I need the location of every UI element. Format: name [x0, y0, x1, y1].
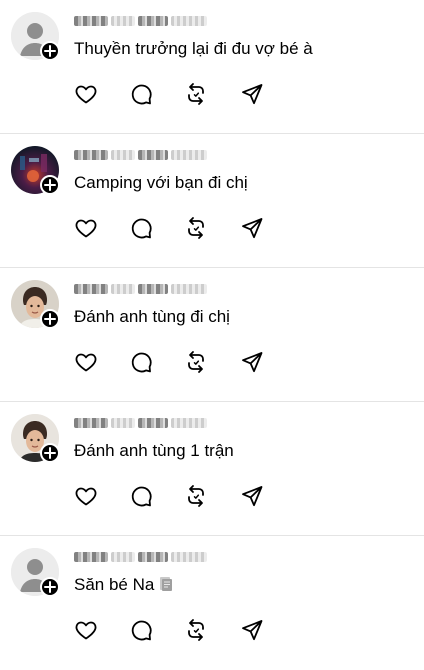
reply-text-content: Đánh anh tùng đi chị — [74, 307, 230, 326]
username-redacted[interactable] — [74, 548, 244, 562]
reply-post: Đánh anh tùng 1 trận — [0, 402, 424, 536]
reply-text: Thuyền trưởng lại đi đu vợ bé à — [74, 38, 313, 60]
share-button[interactable] — [240, 82, 264, 106]
reply-button[interactable] — [129, 216, 153, 240]
like-button[interactable] — [74, 350, 98, 374]
username-redacted[interactable] — [74, 280, 244, 294]
follow-plus-icon[interactable] — [40, 175, 60, 195]
send-icon — [242, 352, 263, 373]
comment-icon — [131, 218, 152, 239]
reply-text-content: Thuyền trưởng lại đi đu vợ bé à — [74, 39, 313, 58]
heart-icon — [75, 353, 97, 372]
reply-post: Thuyền trưởng lại đi đu vợ bé à — [0, 0, 424, 134]
username-redacted[interactable] — [74, 146, 244, 160]
reply-button[interactable] — [129, 618, 153, 642]
avatar[interactable] — [11, 548, 60, 597]
share-button[interactable] — [240, 484, 264, 508]
share-button[interactable] — [240, 350, 264, 374]
reply-text-content: Đánh anh tùng 1 trận — [74, 441, 234, 460]
comment-icon — [131, 84, 152, 105]
send-icon — [242, 84, 263, 105]
reply-text: Đánh anh tùng đi chị — [74, 306, 230, 328]
reply-button[interactable] — [129, 484, 153, 508]
follow-plus-icon[interactable] — [40, 41, 60, 61]
reply-post: Săn bé Na — [0, 536, 424, 670]
reply-text-content: Camping với bạn đi chị — [74, 173, 248, 192]
avatar[interactable] — [11, 12, 60, 61]
heart-icon — [75, 487, 97, 506]
repost-button[interactable] — [184, 216, 208, 240]
avatar[interactable] — [11, 280, 60, 329]
follow-plus-icon[interactable] — [40, 577, 60, 597]
like-button[interactable] — [74, 484, 98, 508]
send-icon — [242, 486, 263, 507]
comment-icon — [131, 620, 152, 641]
reply-post: Đánh anh tùng đi chị — [0, 268, 424, 402]
repost-button[interactable] — [184, 618, 208, 642]
send-icon — [242, 218, 263, 239]
like-button[interactable] — [74, 216, 98, 240]
reply-button[interactable] — [129, 82, 153, 106]
follow-plus-icon[interactable] — [40, 309, 60, 329]
reply-text-content: Săn bé Na — [74, 575, 155, 594]
follow-plus-icon[interactable] — [40, 443, 60, 463]
heart-icon — [75, 621, 97, 640]
share-button[interactable] — [240, 618, 264, 642]
repost-icon — [188, 619, 204, 641]
share-button[interactable] — [240, 216, 264, 240]
repost-button[interactable] — [184, 82, 208, 106]
username-redacted[interactable] — [74, 12, 244, 26]
reply-text: Săn bé Na — [74, 574, 174, 596]
like-button[interactable] — [74, 618, 98, 642]
reply-text: Camping với bạn đi chị — [74, 172, 248, 194]
repost-icon — [188, 217, 204, 239]
avatar[interactable] — [11, 414, 60, 463]
avatar[interactable] — [11, 146, 60, 195]
document-icon — [160, 577, 173, 591]
comment-icon — [131, 352, 152, 373]
heart-icon — [75, 85, 97, 104]
repost-button[interactable] — [184, 484, 208, 508]
repost-button[interactable] — [184, 350, 208, 374]
reply-button[interactable] — [129, 350, 153, 374]
reply-text: Đánh anh tùng 1 trận — [74, 440, 234, 462]
heart-icon — [75, 219, 97, 238]
username-redacted[interactable] — [74, 414, 244, 428]
reply-post: Camping với bạn đi chị — [0, 134, 424, 268]
send-icon — [242, 620, 263, 641]
repost-icon — [188, 83, 204, 105]
like-button[interactable] — [74, 82, 98, 106]
repost-icon — [188, 485, 204, 507]
repost-icon — [188, 351, 204, 373]
comment-icon — [131, 486, 152, 507]
